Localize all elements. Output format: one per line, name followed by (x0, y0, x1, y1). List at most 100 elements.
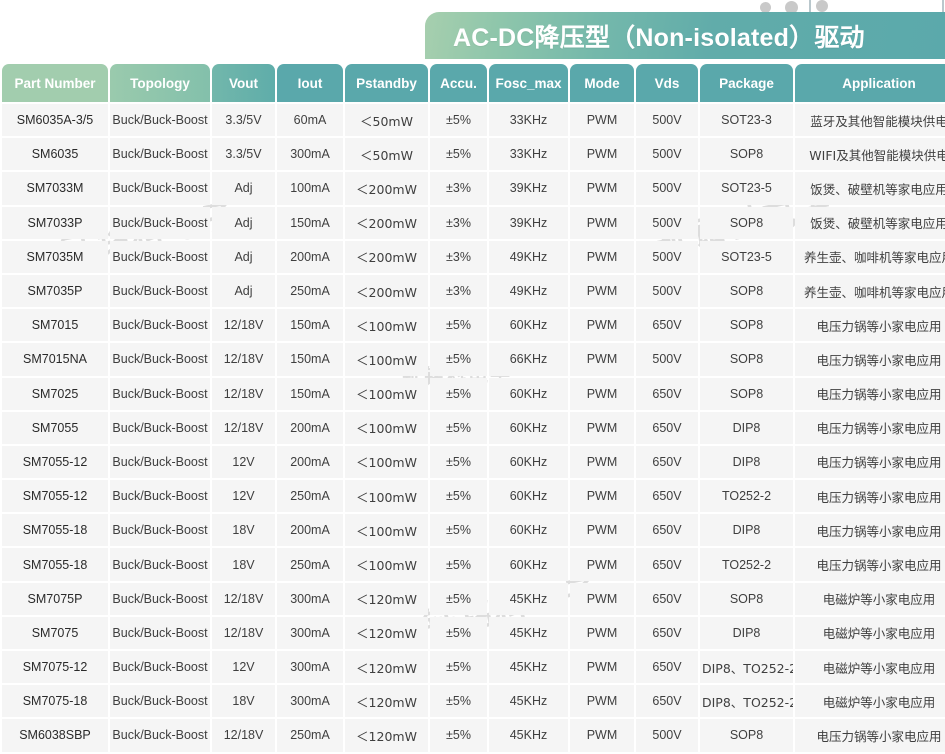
column-header-part-number[interactable]: Part Number (2, 64, 108, 102)
column-header-pstandby[interactable]: Pstandby (345, 64, 428, 102)
table-cell: 49KHz (489, 241, 568, 273)
column-header-package[interactable]: Package (700, 64, 793, 102)
column-header-topology[interactable]: Topology (110, 64, 210, 102)
table-row: SM7035MBuck/Buck-BoostAdj200mA＜200mW±3%4… (2, 241, 945, 273)
table-cell: 60KHz (489, 480, 568, 512)
table-cell: 60KHz (489, 514, 568, 546)
table-cell: 200mA (277, 412, 343, 444)
table-cell: ±5% (430, 651, 487, 683)
table-row: SM7033MBuck/Buck-BoostAdj100mA＜200mW±3%3… (2, 172, 945, 204)
table-cell: Buck/Buck-Boost (110, 685, 210, 717)
column-header-application[interactable]: Application (795, 64, 945, 102)
table-cell: 300mA (277, 651, 343, 683)
table-cell: 150mA (277, 343, 343, 375)
table-cell: ±5% (430, 104, 487, 136)
table-cell: ±3% (430, 241, 487, 273)
table-cell: 650V (636, 309, 698, 341)
table-cell: Buck/Buck-Boost (110, 583, 210, 615)
table-cell: 300mA (277, 583, 343, 615)
table-row: SM6035Buck/Buck-Boost3.3/5V300mA＜50mW±5%… (2, 138, 945, 170)
table-cell: SM7015 (2, 309, 108, 341)
table-cell: ＜50mW (345, 138, 428, 170)
table-cell: SOP8 (700, 378, 793, 410)
table-cell: 电磁炉等小家电应用 (795, 651, 945, 683)
table-cell: 500V (636, 138, 698, 170)
table-cell: PWM (570, 480, 634, 512)
table-cell: PWM (570, 104, 634, 136)
table-cell: PWM (570, 138, 634, 170)
table-cell: ±5% (430, 138, 487, 170)
table-cell: TO252-2 (700, 480, 793, 512)
table-cell: SOP8 (700, 207, 793, 239)
table-cell: 60KHz (489, 378, 568, 410)
table-cell: 250mA (277, 480, 343, 512)
table-cell: 150mA (277, 207, 343, 239)
table-cell: SM7035M (2, 241, 108, 273)
table-cell: 500V (636, 104, 698, 136)
table-cell: 33KHz (489, 138, 568, 170)
table-cell: 650V (636, 480, 698, 512)
table-cell: ±5% (430, 446, 487, 478)
table-cell: 650V (636, 617, 698, 649)
table-cell: 500V (636, 343, 698, 375)
table-cell: ＜200mW (345, 172, 428, 204)
table-cell: SM6038SBP (2, 719, 108, 751)
table-cell: 150mA (277, 378, 343, 410)
table-cell: Buck/Buck-Boost (110, 207, 210, 239)
table-row: SM7055-18Buck/Buck-Boost18V200mA＜100mW±5… (2, 514, 945, 546)
table-cell: 电压力锅等小家电应用 (795, 480, 945, 512)
table-cell: SM7055-18 (2, 514, 108, 546)
table-cell: Adj (212, 207, 275, 239)
table-cell: ＜120mW (345, 583, 428, 615)
column-header-vds[interactable]: Vds (636, 64, 698, 102)
column-header-fosc-max[interactable]: Fosc_max (489, 64, 568, 102)
table-cell: SM7075P (2, 583, 108, 615)
table-cell: SM7055-12 (2, 446, 108, 478)
table-cell: 电压力锅等小家电应用 (795, 412, 945, 444)
table-cell: 12/18V (212, 378, 275, 410)
table-cell: SOT23-5 (700, 172, 793, 204)
table-cell: 18V (212, 685, 275, 717)
table-cell: 电压力锅等小家电应用 (795, 446, 945, 478)
table-cell: 电压力锅等小家电应用 (795, 309, 945, 341)
table-row: SM7075-18Buck/Buck-Boost18V300mA＜120mW±5… (2, 685, 945, 717)
table-cell: 300mA (277, 138, 343, 170)
table-cell: 45KHz (489, 617, 568, 649)
table-cell: Buck/Buck-Boost (110, 343, 210, 375)
table-cell: 45KHz (489, 583, 568, 615)
table-cell: 3.3/5V (212, 138, 275, 170)
column-header-mode[interactable]: Mode (570, 64, 634, 102)
table-cell: PWM (570, 514, 634, 546)
table-cell: DIP8 (700, 412, 793, 444)
table-cell: Buck/Buck-Boost (110, 446, 210, 478)
table-cell: 3.3/5V (212, 104, 275, 136)
column-header-vout[interactable]: Vout (212, 64, 275, 102)
table-cell: ±5% (430, 548, 487, 580)
table-cell: Adj (212, 241, 275, 273)
table-row: SM7055-18Buck/Buck-Boost18V250mA＜100mW±5… (2, 548, 945, 580)
column-header-iout[interactable]: Iout (277, 64, 343, 102)
table-cell: SM7035P (2, 275, 108, 307)
deco-dot (816, 0, 828, 12)
table-cell: 12/18V (212, 309, 275, 341)
table-row: SM7055Buck/Buck-Boost12/18V200mA＜100mW±5… (2, 412, 945, 444)
table-header-row: Part Number Topology Vout Iout Pstandby … (2, 64, 945, 102)
table-cell: ±5% (430, 343, 487, 375)
table-cell: 500V (636, 241, 698, 273)
table-cell: 电压力锅等小家电应用 (795, 343, 945, 375)
page-title: AC-DC降压型（Non-isolated）驱动 (425, 18, 865, 54)
table-cell: 650V (636, 514, 698, 546)
table-cell: 500V (636, 207, 698, 239)
table-cell: SOP8 (700, 343, 793, 375)
table-cell: 500V (636, 719, 698, 751)
column-header-accuracy[interactable]: Accu. (430, 64, 487, 102)
table-cell: ＜120mW (345, 651, 428, 683)
table-cell: 200mA (277, 241, 343, 273)
table-row: SM7025Buck/Buck-Boost12/18V150mA＜100mW±5… (2, 378, 945, 410)
table-cell: 650V (636, 412, 698, 444)
table-cell: Buck/Buck-Boost (110, 514, 210, 546)
table-cell: 500V (636, 172, 698, 204)
table-cell: SM7055-18 (2, 548, 108, 580)
table-cell: Buck/Buck-Boost (110, 309, 210, 341)
table-cell: 150mA (277, 309, 343, 341)
